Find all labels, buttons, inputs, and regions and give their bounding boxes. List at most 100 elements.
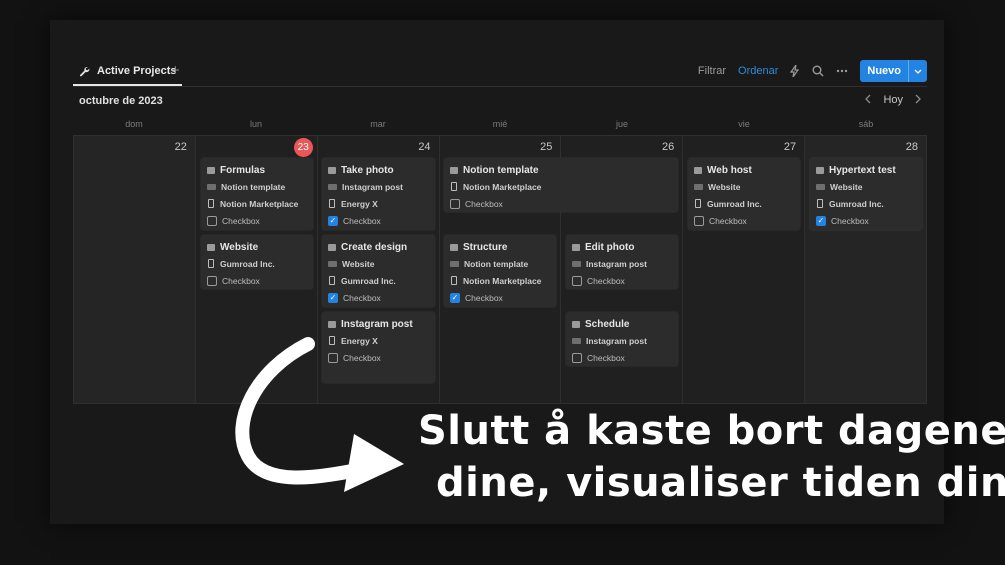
folder-icon [450, 260, 459, 267]
folder-icon [572, 337, 581, 344]
day-number: 25 [540, 141, 553, 153]
checkbox[interactable] [450, 198, 460, 209]
building-icon [208, 199, 214, 208]
folder-icon [572, 260, 581, 267]
building-icon [695, 199, 701, 208]
page-icon [450, 166, 458, 174]
card-checkbox-row: Checkbox [207, 272, 307, 289]
card-client: Gumroad Inc. [816, 195, 916, 212]
page-icon [572, 320, 580, 328]
card-category: Notion template [207, 178, 307, 195]
card-title: Hypertext test [816, 162, 916, 178]
card-checkbox-row: ✓ Checkbox [450, 292, 503, 303]
card-title: Edit photo [572, 239, 672, 255]
card-checkbox-row: Checkbox [450, 195, 672, 212]
folder-icon [328, 260, 337, 267]
event-card[interactable]: Notion template Notion Marketplace Checkbo… [444, 158, 678, 212]
folder-icon [694, 183, 703, 190]
today-badge: 23 [293, 138, 313, 157]
building-icon [329, 199, 335, 208]
event-card[interactable]: Schedule Instagram post Checkbox [566, 312, 678, 366]
new-button[interactable]: Nuevo [860, 60, 927, 82]
card-category: Instagram post [328, 178, 429, 195]
day-number: 28 [905, 141, 918, 153]
folder-icon [207, 183, 216, 190]
weekday-label: mar [370, 119, 386, 129]
checkbox[interactable]: ✓ [816, 215, 826, 226]
card-client: Notion Marketplace [207, 195, 307, 212]
checkbox[interactable] [207, 275, 217, 286]
event-card[interactable]: Take photo Instagram post Energy X ✓ Checkbo… [322, 158, 435, 230]
card-client: Gumroad Inc. [207, 255, 307, 272]
checkbox[interactable]: ✓ [450, 292, 460, 303]
card-checkbox-row: Checkbox [572, 349, 672, 366]
checkbox[interactable]: ✓ [328, 292, 338, 303]
card-title: Website [207, 239, 307, 255]
day-number: 22 [174, 141, 187, 153]
event-card[interactable]: Formulas Notion template Notion Marketplac… [201, 158, 313, 230]
building-icon [451, 182, 457, 191]
weekday-label: sáb [858, 119, 874, 129]
tab-label: Active Projects [97, 65, 177, 77]
checkbox[interactable] [572, 275, 582, 286]
sort-button[interactable]: Ordenar [738, 65, 778, 77]
toolbar-divider [73, 86, 927, 87]
filter-button[interactable]: Filtrar [698, 65, 726, 77]
card-title: Schedule [572, 316, 672, 332]
card-client: Notion Marketplace [450, 178, 672, 195]
card-checkbox-row: ✓ Checkbox [328, 292, 381, 303]
folder-icon [328, 183, 337, 190]
card-client: Gumroad Inc. [328, 272, 429, 289]
calendar-nav: Hoy [865, 93, 921, 107]
card-checkbox-row: Checkbox [572, 272, 672, 289]
weekday-header: dom lun mar mié jue vie sáb [73, 119, 927, 129]
tab-active-projects[interactable]: Active Projects [73, 58, 183, 86]
card-category: Instagram post [572, 255, 672, 272]
page-icon [816, 166, 824, 174]
card-title: Take photo [328, 162, 429, 178]
chevron-right-icon[interactable] [915, 93, 921, 107]
day-number: 27 [783, 141, 797, 153]
new-button-label: Nuevo [867, 65, 901, 77]
card-title: Formulas [207, 162, 307, 178]
checkbox[interactable]: ✓ [328, 215, 338, 226]
card-category: Website [816, 178, 916, 195]
page-icon [328, 166, 336, 174]
card-client: Gumroad Inc. [694, 195, 794, 212]
event-card[interactable]: Structure Notion template Notion Marketpla… [444, 235, 556, 307]
add-view-button[interactable]: + [171, 62, 180, 79]
card-title: Web host [694, 162, 794, 178]
page-icon [450, 243, 458, 251]
event-card[interactable]: Website Gumroad Inc. Checkbox [201, 235, 313, 289]
today-button[interactable]: Hoy [883, 94, 903, 106]
page-icon [572, 243, 580, 251]
month-label: octubre de 2023 [79, 95, 163, 107]
building-icon [451, 276, 457, 285]
event-card[interactable]: Edit photo Instagram post Checkbox [566, 235, 678, 289]
weekday-label: jue [615, 119, 628, 129]
card-category: Website [328, 255, 429, 272]
search-icon[interactable] [812, 65, 824, 77]
building-icon [817, 199, 823, 208]
event-card[interactable]: Create design Website Gumroad Inc. ✓ Checkbo… [322, 235, 435, 307]
card-client: Energy X [328, 195, 429, 212]
event-card[interactable]: Web host Website Gumroad Inc. Checkbox [688, 158, 800, 230]
lightning-icon[interactable] [790, 65, 800, 77]
checkbox[interactable] [207, 215, 217, 226]
view-toolbar: Active Projects + Filtrar Ordenar Nuevo [73, 58, 927, 86]
event-card[interactable]: Hypertext test Website Gumroad Inc. ✓ Checkb… [810, 158, 922, 230]
building-icon [208, 259, 214, 268]
checkbox[interactable] [694, 215, 704, 226]
chevron-left-icon[interactable] [865, 93, 871, 107]
checkbox[interactable] [572, 352, 582, 363]
card-title: Create design [328, 239, 429, 255]
card-checkbox-row: ✓ Checkbox [328, 215, 381, 226]
page-icon [328, 320, 336, 328]
chevron-down-icon[interactable] [908, 60, 927, 82]
day-cell[interactable]: 22 [74, 136, 196, 404]
card-category: Instagram post [572, 332, 672, 349]
card-title: Structure [450, 239, 550, 255]
more-options-icon[interactable] [836, 69, 848, 73]
card-checkbox-row: ✓ Checkbox [816, 215, 869, 226]
curved-arrow-icon [235, 337, 404, 492]
